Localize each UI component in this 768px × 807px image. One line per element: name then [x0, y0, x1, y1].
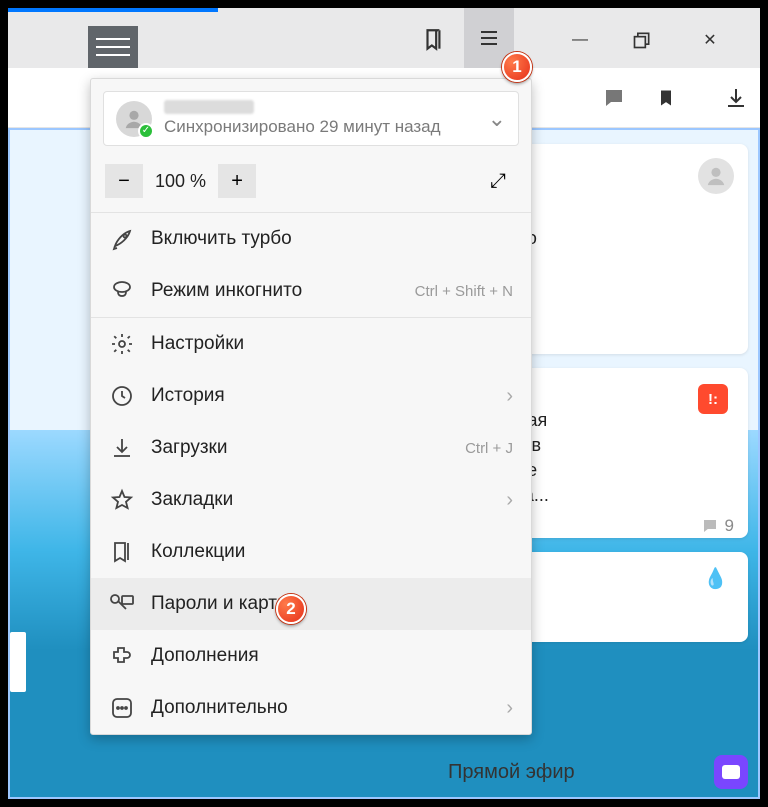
- menu-item-bookmarks[interactable]: Закладки ›: [91, 474, 531, 526]
- chevron-right-icon: ›: [506, 385, 513, 408]
- menu-item-history[interactable]: История ›: [91, 370, 531, 422]
- bookmarks-bar-icon[interactable]: [414, 20, 454, 60]
- zoom-controls: − 100 % + ⤢: [91, 158, 531, 212]
- account-row[interactable]: ✓ Синхронизировано 29 минут назад ⌄: [103, 91, 519, 146]
- chevron-right-icon: ›: [506, 489, 513, 512]
- annotation-badge-2: 2: [276, 594, 306, 624]
- download-icon: [109, 435, 135, 461]
- menu-item-incognito[interactable]: Режим инкогнито Ctrl + Shift + N: [91, 265, 531, 317]
- menu-item-addons[interactable]: Дополнения: [91, 630, 531, 682]
- rocket-icon: [109, 226, 135, 252]
- window-titlebar: — ✕: [8, 8, 760, 68]
- zoom-value: 100 %: [151, 171, 210, 192]
- window-minimize-button[interactable]: —: [560, 20, 600, 60]
- comment-number: 9: [725, 516, 734, 536]
- shortcut-hint: Ctrl + J: [465, 440, 513, 457]
- menu-item-downloads[interactable]: Загрузки Ctrl + J: [91, 422, 531, 474]
- shortcut-hint: Ctrl + Shift + N: [415, 283, 513, 300]
- sync-ok-icon: ✓: [138, 123, 154, 139]
- menu-item-passwords[interactable]: Пароли и карты: [91, 578, 531, 630]
- menu-label: Дополнительно: [151, 697, 490, 719]
- menu-label: Пароли и карты: [151, 593, 513, 615]
- chevron-right-icon: ›: [506, 697, 513, 720]
- menu-item-settings[interactable]: Настройки: [91, 318, 531, 370]
- menu-item-more[interactable]: Дополнительно ›: [91, 682, 531, 734]
- collections-icon: [109, 539, 135, 565]
- active-tab-indicator: [8, 8, 218, 12]
- menu-item-collections[interactable]: Коллекции: [91, 526, 531, 578]
- more-icon: [109, 695, 135, 721]
- menu-label: Коллекции: [151, 541, 513, 563]
- clock-icon: [109, 383, 135, 409]
- window-close-button[interactable]: ✕: [690, 20, 730, 60]
- downloads-icon[interactable]: [718, 80, 754, 116]
- chevron-down-icon[interactable]: ⌄: [488, 106, 506, 132]
- menu-label: Закладки: [151, 489, 490, 511]
- live-label: Прямой эфир: [448, 761, 575, 784]
- incognito-icon: [109, 278, 135, 304]
- star-icon: [109, 487, 135, 513]
- puzzle-icon: [109, 643, 135, 669]
- key-card-icon: [109, 591, 135, 617]
- zoom-out-button[interactable]: −: [105, 164, 143, 198]
- zoom-in-button[interactable]: +: [218, 164, 256, 198]
- bookmark-icon[interactable]: [648, 80, 684, 116]
- gear-icon: [109, 331, 135, 357]
- menu-label: Режим инкогнито: [151, 280, 399, 302]
- widget-edge: [10, 632, 26, 692]
- comment-count[interactable]: 9: [701, 516, 734, 536]
- account-name-blurred: [164, 100, 254, 114]
- menu-label: Настройки: [151, 333, 513, 355]
- menu-label: Включить турбо: [151, 228, 513, 250]
- main-menu-panel: ✓ Синхронизировано 29 минут назад ⌄ − 10…: [90, 78, 532, 735]
- menu-item-turbo[interactable]: Включить турбо: [91, 213, 531, 265]
- sidebar-comments-icon[interactable]: [596, 80, 632, 116]
- live-badge-icon: [714, 755, 748, 789]
- menu-label: Загрузки: [151, 437, 449, 459]
- window-maximize-button[interactable]: [622, 20, 662, 60]
- raindrop-icon: 💧: [703, 566, 728, 591]
- user-avatar-icon: [698, 158, 734, 194]
- annotation-badge-1: 1: [502, 52, 532, 82]
- menu-label: Дополнения: [151, 645, 513, 667]
- tab-menu-button[interactable]: [88, 26, 138, 68]
- sync-status: Синхронизировано 29 минут назад: [164, 117, 441, 137]
- menu-label: История: [151, 385, 490, 407]
- account-avatar-icon: ✓: [116, 101, 152, 137]
- live-row[interactable]: Прямой эфир: [448, 755, 748, 789]
- fullscreen-button[interactable]: ⤢: [479, 164, 517, 198]
- kinopoisk-badge-icon: !:: [698, 384, 728, 414]
